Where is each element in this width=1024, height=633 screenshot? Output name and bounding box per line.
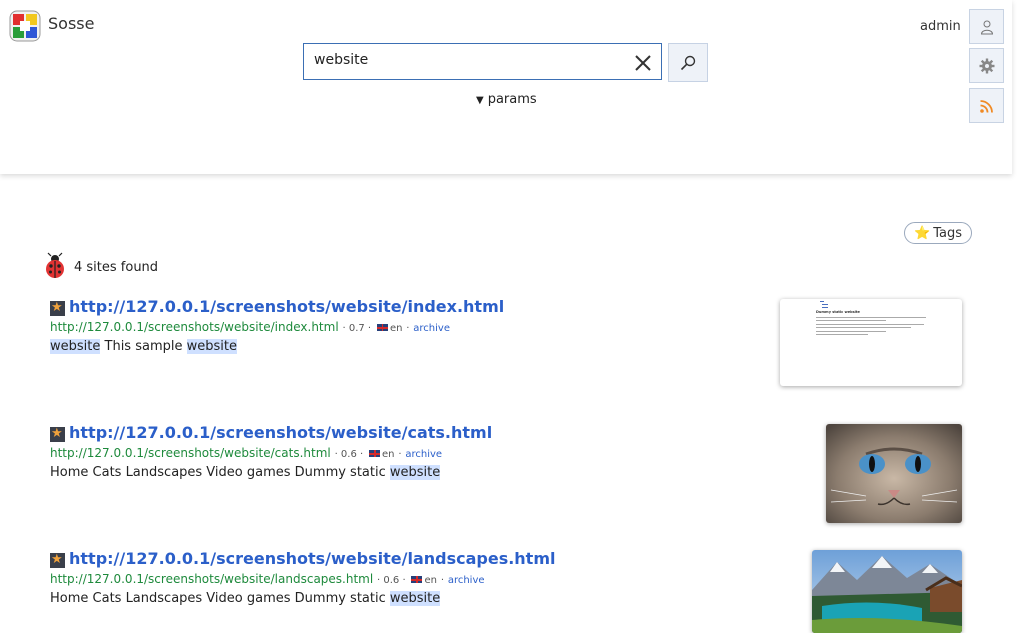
result-lang: en — [389, 323, 403, 334]
star-icon: ⭐ — [914, 225, 931, 241]
caret-down-icon: ▼ — [476, 95, 484, 106]
meta-separator: · — [440, 575, 444, 586]
gear-icon — [979, 58, 995, 74]
user-icon — [980, 20, 994, 35]
snippet-text: Home Cats Landscapes Video games Dummy s… — [50, 465, 386, 480]
settings-button[interactable] — [969, 48, 1004, 83]
result-url-link[interactable]: http://127.0.0.1/screenshots/website/lan… — [50, 572, 373, 586]
search-input[interactable] — [314, 52, 614, 68]
result-lang: en — [382, 449, 395, 460]
meta-separator: · — [406, 323, 410, 334]
result-meta: http://127.0.0.1/screenshots/website/ind… — [50, 320, 450, 334]
result-title-link[interactable]: http://127.0.0.1/screenshots/website/ind… — [69, 297, 504, 316]
snippet-highlight: website — [50, 339, 101, 354]
favicon-icon — [50, 551, 65, 568]
results-count: 4 sites found — [74, 260, 159, 275]
result-title-link[interactable]: http://127.0.0.1/screenshots/website/lan… — [69, 549, 555, 568]
favicon-icon — [50, 299, 65, 316]
uk-flag-icon — [411, 576, 423, 583]
params-toggle[interactable]: ▼ params — [476, 92, 537, 107]
landscape-photo-thumbnail — [812, 550, 962, 633]
meta-separator: · — [398, 449, 402, 460]
rss-icon — [980, 100, 993, 113]
snippet-highlight: website — [389, 465, 441, 480]
result-thumbnail[interactable] — [812, 550, 962, 633]
result-snippet: Home Cats Landscapes Video games Dummy s… — [50, 591, 441, 606]
result-url-link[interactable]: http://127.0.0.1/screenshots/website/ind… — [50, 320, 339, 334]
sosse-logo-icon[interactable] — [8, 9, 42, 43]
tags-button[interactable]: ⭐ Tags — [904, 222, 972, 244]
tags-label: Tags — [933, 225, 962, 241]
snippet-highlight: website — [186, 339, 237, 354]
search-button[interactable] — [668, 43, 708, 82]
result-meta: http://127.0.0.1/screenshots/website/cat… — [50, 446, 442, 460]
user-label: admin — [920, 19, 961, 34]
clear-search-icon[interactable] — [632, 52, 654, 74]
favicon-icon — [50, 425, 65, 442]
cat-photo-thumbnail — [826, 424, 962, 523]
result-url-link[interactable]: http://127.0.0.1/screenshots/website/cat… — [50, 446, 331, 460]
snippet-highlight: website — [389, 591, 441, 606]
uk-flag-icon — [369, 450, 381, 457]
result-score: · 0.6 · — [377, 575, 406, 586]
search-icon — [680, 55, 696, 71]
page-preview-thumbnail: Dummy static website — [816, 301, 926, 335]
result-thumbnail[interactable] — [826, 424, 962, 523]
result-snippet: Home Cats Landscapes Video games Dummy s… — [50, 465, 441, 480]
user-menu-button[interactable] — [969, 9, 1004, 44]
result-meta: http://127.0.0.1/screenshots/website/lan… — [50, 572, 485, 586]
params-label: params — [487, 92, 537, 107]
uk-flag-icon — [376, 324, 388, 331]
result-score: · 0.6 · — [334, 449, 364, 460]
thumbnail-heading: Dummy static website — [816, 310, 861, 314]
result-thumbnail[interactable]: Dummy static website — [780, 299, 962, 386]
ladybug-icon — [46, 252, 64, 278]
snippet-text: This sample — [104, 339, 183, 354]
archive-link[interactable]: archive — [413, 323, 450, 334]
snippet-text: Home Cats Landscapes Video games Dummy s… — [50, 591, 386, 606]
search-box — [303, 43, 662, 80]
result-score: · 0.7 · — [342, 323, 372, 334]
result-title-link[interactable]: http://127.0.0.1/screenshots/website/cat… — [69, 423, 492, 442]
result-lang: en — [424, 575, 437, 586]
header-bar: Sosse ▼params admin — [0, 0, 1012, 174]
archive-link[interactable]: archive — [405, 449, 442, 460]
result-snippet: website This sample website — [50, 339, 237, 354]
app-name: Sosse — [48, 14, 95, 33]
archive-link[interactable]: archive — [448, 575, 485, 586]
rss-feed-button[interactable] — [969, 88, 1004, 123]
